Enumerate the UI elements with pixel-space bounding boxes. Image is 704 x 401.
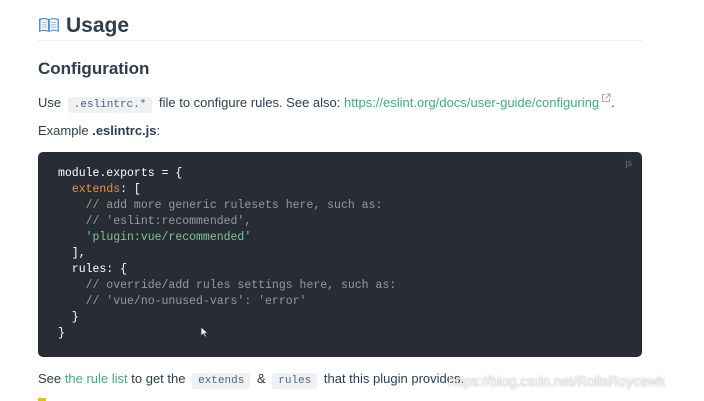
open-book-icon [38,16,60,34]
note-prefix: See [38,371,62,386]
code-token-comment: // add more generic rulesets here, such … [58,199,383,212]
config-prefix: Use [38,95,62,110]
usage-heading: Usage [38,12,642,41]
note-ampersand: & [256,371,266,386]
eslint-config-link[interactable]: https://eslint.org/docs/user-guide/confi… [344,93,611,110]
code-token-comment: // 'eslint:recommended', [58,215,252,228]
config-suffix: . [611,95,615,110]
code-token-punct: } [58,311,79,324]
rule-list-note: See the rule list to get the extends & r… [38,370,464,390]
code-token-punct [58,183,72,196]
code-token-comment: // 'vue/no-unused-vars': 'error' [58,295,307,308]
config-middle: file to configure rules. See also: [159,95,341,110]
mouse-cursor-icon [200,325,210,338]
example-suffix: : [156,123,161,138]
code-token-prop: extends [71,183,121,196]
usage-title: Usage [66,14,130,37]
csdn-watermark: https://blog.csdn.net/RollsRoycewk [448,373,666,389]
config-description: Use .eslintrc.* file to configure rules.… [38,90,615,114]
code-block: js module.exports = { extends: [ // add … [38,152,642,357]
code-token-punct: rules: { [58,263,128,276]
code-token-punct: ], [58,247,86,260]
code-line: // 'vue/no-unused-vars': 'error' [58,294,396,310]
doc-page: Usage Configuration Use .eslintrc.* file… [38,0,642,401]
configuration-heading: Configuration [38,59,150,78]
code-line: ], [58,246,396,262]
example-filename: .eslintrc.js [92,123,157,138]
code-token-punct: : [ [120,183,141,196]
code-line: // add more generic rulesets here, such … [58,198,396,214]
code-token-punct: module.exports = { [58,167,183,180]
eslintrc-code: .eslintrc.* [67,97,153,113]
code-token-string: 'plugin:vue/recommended' [85,231,252,244]
code-token-punct: } [58,327,65,340]
code-line: module.exports = { [58,166,396,182]
code-line: rules: { [58,262,396,278]
rules-code: rules [272,373,318,389]
code-line: extends: [ [58,182,396,198]
code-line: // 'eslint:recommended', [58,214,396,230]
rule-list-link[interactable]: the rule list [65,371,128,386]
code-line: } [58,326,396,342]
code-line: // override/add rules settings here, suc… [58,278,397,294]
code-lines: module.exports = { extends: [ // add mor… [58,166,396,342]
code-line: } [58,310,396,326]
example-prefix: Example [38,123,89,138]
code-token-punct [58,231,86,244]
code-token-comment: // override/add rules settings here, suc… [58,279,397,292]
eslint-config-link-text[interactable]: https://eslint.org/docs/user-guide/confi… [344,95,599,110]
extends-code: extends [192,373,251,389]
code-line: 'plugin:vue/recommended' [58,230,396,246]
external-link-icon [601,90,611,102]
example-caption: Example .eslintrc.js: [38,122,160,140]
note-suffix: that this plugin provides. [323,371,465,386]
code-language-label: js [625,158,633,168]
note-middle: to get the [131,371,186,386]
